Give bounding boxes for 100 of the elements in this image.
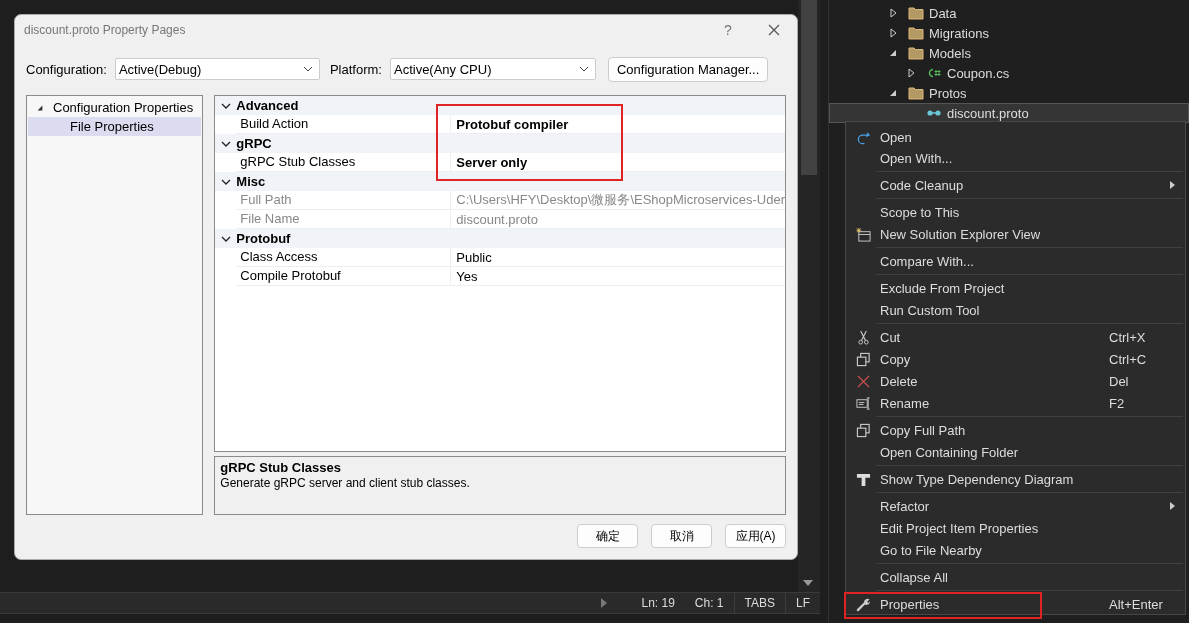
platform-dropdown[interactable]: Active(Any CPU) [389,58,596,80]
scrollbar-thumb[interactable] [801,0,817,175]
collapse-chevron-icon[interactable] [220,178,231,185]
tree-item-label: Protos [929,85,967,101]
menu-item-label: Properties [880,596,940,612]
configuration-manager-button[interactable]: Configuration Manager... [607,56,769,82]
menu-item-label: Code Cleanup [880,177,964,193]
tree-row[interactable]: Data [829,3,1189,23]
property-name: File Name [236,210,452,228]
shortcut-label: Ctrl+X [1109,329,1147,345]
menu-item-label: Refactor [880,498,930,514]
property-value[interactable]: Public [451,249,785,265]
menu-item[interactable]: Cut Ctrl+X [846,326,1185,348]
menu-item[interactable]: Open With... [846,147,1185,169]
rename-icon [855,395,871,411]
configuration-dropdown[interactable]: Active(Debug) [114,58,320,80]
tree-item-label: Configuration Properties [53,100,194,115]
menu-item[interactable]: Compare With... [846,250,1185,272]
menu-item[interactable]: Exclude From Project [846,277,1185,299]
menu-item[interactable]: Collapse All [846,566,1185,588]
shortcut-label: Ctrl+C [1109,351,1148,367]
description-text: Generate gRPC server and client stub classes. [220,476,471,490]
tree-row[interactable]: discount.proto [829,103,1189,123]
collapse-chevron-icon[interactable] [220,140,231,147]
csharp-file-icon [926,66,942,80]
menu-item-label: Open With... [880,150,953,166]
category-heading: gRPC [236,136,272,151]
menu-item-label: Compare With... [880,253,974,269]
description-title: gRPC Stub Classes [220,460,342,475]
property-value[interactable]: Yes [451,268,785,284]
indent-mode[interactable]: TABS [733,593,785,613]
menu-item-label: Collapse All [880,569,948,585]
property-name: gRPC Stub Classes [236,153,452,171]
chevron-down-icon [578,66,589,72]
menu-item-label: Exclude From Project [880,280,1005,296]
menu-item[interactable]: Code Cleanup [846,174,1185,196]
help-button[interactable]: ? [705,15,751,45]
tree-row[interactable]: Migrations [829,23,1189,43]
menu-item-label: Open [880,129,912,145]
shortcut-label: Del [1109,373,1130,389]
dialog-button[interactable]: 确定 [577,524,638,548]
tree-item-label: discount.proto [947,105,1029,121]
tree-row[interactable]: Models [829,43,1189,63]
platform-label: Platform: [329,61,382,77]
menu-item-label: Copy [880,351,911,367]
type-icon [855,471,871,487]
chevron-down-icon [302,66,313,72]
property-name: Full Path [236,191,452,209]
menu-item[interactable]: New Solution Explorer View [846,223,1185,245]
category-heading: Advanced [236,98,299,113]
menu-item-label: Edit Project Item Properties [880,520,1039,536]
menu-item-label: Copy Full Path [880,422,966,438]
expand-arrow-icon[interactable] [601,598,608,608]
configuration-label: Configuration: [26,61,107,77]
menu-item[interactable]: Open Containing Folder [846,441,1185,463]
menu-item[interactable]: Refactor [846,495,1185,517]
tree-row[interactable]: Protos [829,83,1189,103]
menu-item[interactable]: Edit Project Item Properties [846,517,1185,539]
folder-icon [908,6,924,20]
line-number: Ln: 19 [640,596,676,610]
collapse-chevron-icon[interactable] [220,102,231,109]
menu-item[interactable]: Properties Alt+Enter [846,593,1185,615]
scroll-down-icon[interactable] [803,580,813,586]
menu-item-label: Run Custom Tool [880,302,980,318]
menu-item[interactable]: Go to File Nearby [846,539,1185,561]
window-title: discount.proto Property Pages [24,23,187,37]
menu-item[interactable]: Run Custom Tool [846,299,1185,321]
dialog-button[interactable]: 取消 [651,524,712,548]
menu-item-label: Delete [880,373,918,389]
collapse-chevron-icon[interactable] [220,235,231,242]
property-value[interactable]: Protobuf compiler [451,116,785,132]
dialog-button[interactable]: 应用(A) [725,524,786,548]
property-name: Class Access [236,248,452,266]
property-value[interactable]: Server only [451,154,785,170]
folder-icon [908,46,924,60]
category-heading: Misc [236,174,266,189]
tree-item[interactable]: File Properties [28,117,202,136]
menu-item[interactable]: Scope to This [846,201,1185,223]
menu-item[interactable]: Delete Del [846,370,1185,392]
column-number: Ch: 1 [693,596,725,610]
scissors-icon [855,329,871,345]
wrench-icon [855,596,871,612]
shortcut-label: F2 [1109,395,1126,411]
menu-item[interactable]: Open [846,127,1185,147]
close-icon [855,373,871,389]
tree-item-label: Migrations [929,25,989,41]
menu-item[interactable]: Rename F2 [846,392,1185,414]
menu-item[interactable]: Copy Full Path [846,419,1185,441]
menu-item-label: Go to File Nearby [880,542,982,558]
tree-item-label: Data [929,5,957,21]
tree-item-label: Coupon.cs [947,65,1010,81]
line-ending[interactable]: LF [785,593,820,613]
tree-row[interactable]: Coupon.cs [829,63,1189,83]
tree-item[interactable]: Configuration Properties [28,98,202,117]
copy-icon [855,422,871,438]
menu-item-label: Rename [880,395,930,411]
shortcut-label: Alt+Enter [1109,596,1164,612]
menu-item[interactable]: Copy Ctrl+C [846,348,1185,370]
folder-icon [908,26,924,40]
menu-item[interactable]: Show Type Dependency Diagram [846,468,1185,490]
